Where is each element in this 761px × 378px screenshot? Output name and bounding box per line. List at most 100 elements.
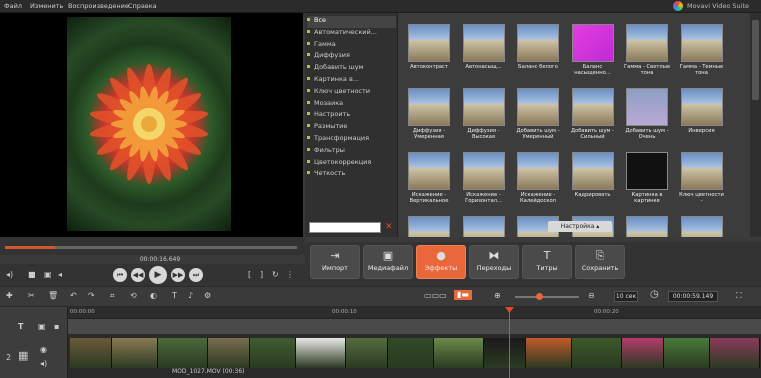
- video-clip-frame[interactable]: [526, 338, 572, 368]
- add-icon[interactable]: ✚: [6, 291, 13, 301]
- effects-category-item[interactable]: Трансформация: [307, 134, 396, 146]
- effect-tile[interactable]: Инверсия: [679, 86, 725, 142]
- effect-tile[interactable]: [461, 214, 507, 237]
- effects-category-item[interactable]: Цветокоррекция: [307, 158, 396, 170]
- video-clip-frame[interactable]: [434, 338, 484, 368]
- go-start-button[interactable]: ⏮: [113, 268, 127, 282]
- timeline-scale[interactable]: 10 сек: [614, 291, 638, 302]
- effect-tile[interactable]: [406, 214, 452, 237]
- zoom-slider-handle[interactable]: [536, 293, 543, 300]
- toolbar-button[interactable]: ⇥ Импорт: [310, 245, 360, 279]
- video-track-audio-icon[interactable]: ◂): [40, 359, 47, 369]
- mark-in-icon[interactable]: [: [248, 270, 251, 280]
- effects-category-item[interactable]: Картинка в...: [307, 75, 396, 87]
- loop-icon[interactable]: ↻: [272, 270, 279, 280]
- effects-category-item[interactable]: Гамма: [307, 40, 396, 52]
- effect-tile[interactable]: Гамма - Светлые тона: [624, 22, 670, 78]
- effects-category-item[interactable]: Все: [307, 16, 396, 28]
- title-track[interactable]: [68, 319, 761, 335]
- video-clip-frame[interactable]: [664, 338, 710, 368]
- video-track-visibility-icon[interactable]: ◉: [40, 345, 47, 355]
- video-clip-frame[interactable]: [572, 338, 622, 368]
- text-icon[interactable]: T: [172, 291, 177, 301]
- title-track-lock-icon[interactable]: ▪: [54, 322, 59, 332]
- effects-category-item[interactable]: Настроить: [307, 110, 396, 122]
- effects-category-item[interactable]: Ключ цветности: [307, 87, 396, 99]
- view-storyboard-icon[interactable]: ▭▭▭: [424, 291, 447, 301]
- rewind-button[interactable]: ◀◀: [131, 268, 145, 282]
- effect-tile[interactable]: Искажение - Вертикальное: [406, 150, 452, 206]
- toolbar-button[interactable]: ⎘ Сохранить: [575, 245, 625, 279]
- effects-scrollbar-thumb[interactable]: [752, 20, 759, 100]
- menu-playback[interactable]: Воспроизведение: [68, 2, 129, 10]
- effect-tile[interactable]: Гамма - Темные тона: [679, 22, 725, 78]
- menu-file[interactable]: Файл: [4, 2, 22, 10]
- effect-tile[interactable]: Искажение - Горизонтал...: [461, 150, 507, 206]
- video-clip-frame[interactable]: [710, 338, 760, 368]
- go-end-button[interactable]: ⏭: [189, 268, 203, 282]
- effect-tile[interactable]: Автоконтраст: [406, 22, 452, 78]
- zoom-out-icon[interactable]: ⊖: [588, 291, 595, 301]
- video-clip-frame[interactable]: [346, 338, 388, 368]
- effects-category-item[interactable]: Четкость: [307, 169, 396, 181]
- effects-category-item[interactable]: Размытие: [307, 122, 396, 134]
- delete-icon[interactable]: 🗑: [48, 291, 58, 301]
- video-clip-frame[interactable]: [388, 338, 434, 368]
- fullscreen-icon[interactable]: ▣: [44, 270, 52, 280]
- redo-icon[interactable]: ↷: [88, 291, 95, 301]
- mark-out-icon[interactable]: ]: [260, 270, 263, 280]
- effect-tile[interactable]: Искажение - Калейдоскоп: [515, 150, 561, 206]
- effects-category-item[interactable]: Диффузия: [307, 51, 396, 63]
- effects-category-item[interactable]: Добавить шум: [307, 63, 396, 75]
- play-button[interactable]: ▶: [149, 266, 167, 284]
- volume-icon[interactable]: ◂): [6, 270, 13, 280]
- expand-icon[interactable]: ⛶: [736, 291, 742, 301]
- undo-icon[interactable]: ↶: [70, 291, 77, 301]
- toolbar-button[interactable]: ▣ Медиафайл: [363, 245, 413, 279]
- rotate-icon[interactable]: ⟲: [130, 291, 137, 301]
- effect-tile[interactable]: [679, 214, 725, 237]
- snapshot-icon[interactable]: ■: [28, 270, 36, 280]
- effect-tile[interactable]: [624, 214, 670, 237]
- effects-category-item[interactable]: Автоматический...: [307, 28, 396, 40]
- video-clip-frame[interactable]: [70, 338, 112, 368]
- effects-search-input[interactable]: [309, 222, 381, 233]
- effects-category-item[interactable]: Фильтры: [307, 146, 396, 158]
- effect-tile[interactable]: Ключ цветности -: [679, 150, 725, 206]
- video-clip-frame[interactable]: [250, 338, 296, 368]
- effect-tile[interactable]: Баланс белого: [515, 22, 561, 78]
- effect-tile[interactable]: Картинка в картинке: [624, 150, 670, 206]
- video-clip-frame[interactable]: [622, 338, 664, 368]
- toolbar-button[interactable]: ⧓ Переходы: [469, 245, 519, 279]
- menu-edit[interactable]: Изменить: [30, 2, 63, 10]
- video-clip-frame[interactable]: [484, 338, 526, 368]
- effect-tile[interactable]: Добавить шум - Умеренный: [515, 86, 561, 142]
- playhead[interactable]: [509, 307, 510, 378]
- effects-category-item[interactable]: Мозаика: [307, 99, 396, 111]
- title-track-visibility-icon[interactable]: ▣: [38, 322, 46, 332]
- toolbar-button[interactable]: T Титры: [522, 245, 572, 279]
- video-clip-frame[interactable]: [296, 338, 346, 368]
- audio-icon[interactable]: ♪: [188, 291, 193, 301]
- color-adjust-icon[interactable]: ◐: [150, 291, 157, 301]
- effect-tile[interactable]: Добавить шум - Сильный: [570, 86, 616, 142]
- effect-tile[interactable]: Диффузия - Умеренная: [406, 86, 452, 142]
- video-clip-frame[interactable]: [158, 338, 208, 368]
- zoom-slider[interactable]: [515, 296, 579, 298]
- timeline-ruler[interactable]: 00:00:00 00:00:10 00:00:20: [68, 307, 761, 319]
- settings-tab[interactable]: Настройка ▴: [548, 221, 612, 232]
- view-timeline-icon[interactable]: ▮▬: [454, 290, 472, 300]
- clear-search-icon[interactable]: ✕: [385, 222, 394, 233]
- video-clip-frame[interactable]: [112, 338, 158, 368]
- toolbar-button[interactable]: ● Эффекты: [416, 245, 466, 279]
- cut-icon[interactable]: ✂: [28, 291, 35, 301]
- settings-icon[interactable]: ⚙: [204, 291, 211, 301]
- split-icon[interactable]: ⋮: [286, 270, 294, 280]
- effect-tile[interactable]: Добавить шум - Очень: [624, 86, 670, 142]
- menu-help[interactable]: Справка: [128, 2, 157, 10]
- video-clip-frame[interactable]: [208, 338, 250, 368]
- effect-tile[interactable]: Диффузия - Высокая: [461, 86, 507, 142]
- mute-icon[interactable]: ◂: [58, 270, 62, 280]
- crop-icon[interactable]: ⌗: [110, 291, 115, 301]
- fast-forward-button[interactable]: ▶▶: [171, 268, 185, 282]
